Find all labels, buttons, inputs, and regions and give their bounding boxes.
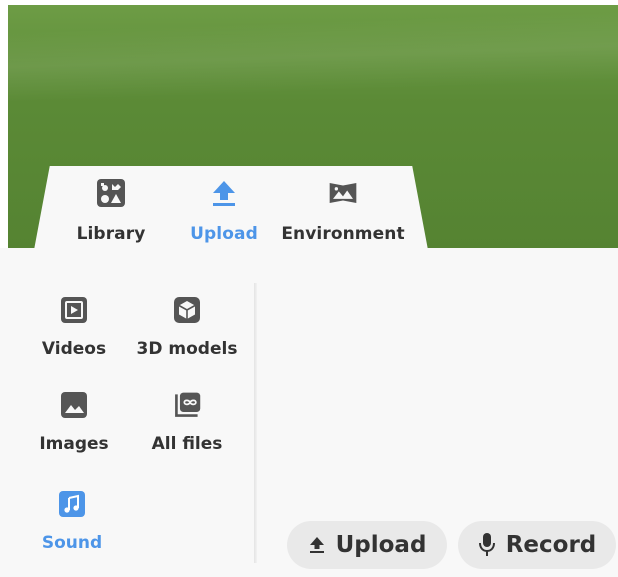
sidebar-divider (254, 283, 257, 563)
tab-library[interactable]: Library (51, 178, 171, 250)
microphone-icon (478, 532, 496, 558)
upload-button-label: Upload (335, 532, 427, 558)
upload-arrow-icon (209, 178, 239, 208)
sidebar-item-images-label: Images (39, 434, 109, 454)
tab-upload-label: Upload (190, 224, 258, 244)
video-play-icon (59, 295, 89, 325)
sidebar-item-3d-models[interactable]: 3D models (127, 295, 247, 377)
tab-library-label: Library (76, 224, 146, 244)
all-files-infinity-icon (172, 390, 202, 420)
tab-environment-label: Environment (281, 224, 405, 244)
sidebar-item-sound-label: Sound (41, 533, 103, 553)
tab-upload[interactable]: Upload (164, 178, 284, 250)
upload-button[interactable]: Upload (287, 521, 447, 569)
sidebar-item-all-files[interactable]: All files (127, 390, 247, 472)
sidebar-item-videos[interactable]: Videos (14, 295, 134, 377)
sidebar-item-videos-label: Videos (41, 339, 107, 359)
cube-icon (172, 295, 202, 325)
record-button[interactable]: Record (458, 521, 616, 569)
music-note-icon (57, 489, 87, 519)
sidebar-item-sound[interactable]: Sound (12, 489, 132, 571)
environment-icon (328, 178, 358, 208)
image-icon (59, 390, 89, 420)
record-button-label: Record (505, 532, 597, 558)
sidebar-item-images[interactable]: Images (14, 390, 134, 472)
library-icon (96, 178, 126, 208)
tab-environment[interactable]: Environment (281, 178, 405, 250)
sidebar-item-all-files-label: All files (151, 434, 223, 454)
upload-arrow-icon (308, 536, 326, 554)
sidebar-item-3d-models-label: 3D models (136, 339, 238, 359)
